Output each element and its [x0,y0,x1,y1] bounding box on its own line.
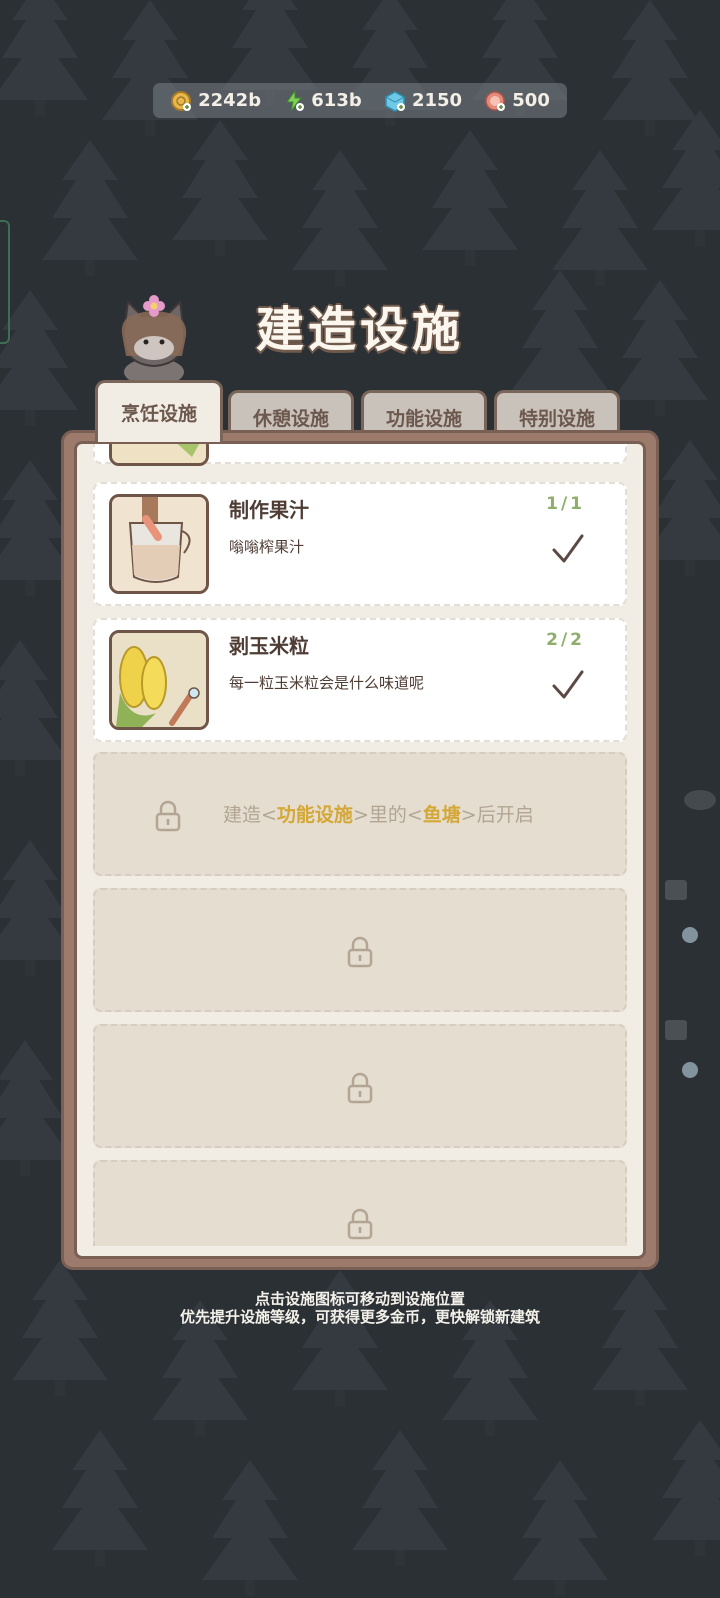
currency-gold[interactable]: 2242b [170,90,261,112]
tab-cooking[interactable]: 烹饪设施 [95,380,223,442]
lightning-icon [286,89,305,111]
currency-energy[interactable]: 613b [283,89,362,112]
cookie-value: 500 [512,90,550,111]
facility-thumbnail[interactable] [109,444,209,466]
gold-value: 2242b [198,90,262,111]
unlock-requirement: 建造<功能设施>里的<鱼塘>后开启 [223,800,534,827]
unlock-category: 功能设施 [276,804,353,826]
lock-icon [347,1208,373,1240]
tab-label: 烹饪设施 [120,403,197,425]
ice-value: 2150 [411,90,463,111]
facility-name: 剥玉米粒 [229,634,309,658]
tab-label: 特别设施 [518,408,595,430]
lock-icon [347,936,373,968]
unlock-middle: >里的< [352,804,423,826]
cookie-icon [485,90,506,111]
facility-desc: 每一粒玉米粒会是什么味道呢 [229,674,425,692]
energy-value: 613b [311,90,362,111]
facility-count: 1/1 [546,494,585,514]
check-icon [552,534,584,563]
list-item[interactable]: 剥玉米粒 每一粒玉米粒会是什么味道呢 2/2 [93,618,627,742]
unlock-building: 鱼塘 [422,804,461,826]
tab-label: 功能设施 [385,408,462,430]
currency-cookie[interactable]: 500 [484,90,550,112]
facility-thumbnail[interactable] [109,494,209,594]
unlock-suffix: >后开启 [460,804,534,826]
hint-text: 点击设施图标可移动到设施位置 优先提升设施等级，可获得更多金币，更快解锁新建筑 [0,1290,720,1326]
facility-list[interactable]: 制作果汁 嗡嗡榨果汁 1/1 剥玉米粒 每一粒玉米粒会是什么味道呢 2/2 建造… [93,444,627,1246]
check-icon [552,670,584,699]
juice-cup-icon [112,497,206,591]
hint-line: 优先提升设施等级，可获得更多金币，更快解锁新建筑 [179,1308,540,1326]
corn-icon [112,633,206,727]
lock-icon [155,800,181,832]
tab-label: 休憩设施 [252,408,329,430]
facility-thumbnail[interactable] [109,630,209,730]
locked-slot[interactable] [93,1160,627,1246]
locked-slot[interactable]: 建造<功能设施>里的<鱼塘>后开启 [93,752,627,876]
list-item[interactable]: 制作果汁 嗡嗡榨果汁 1/1 [93,482,627,606]
cat-character-icon [121,295,187,384]
lock-icon [347,1072,373,1104]
page-title: 建造设施 [255,302,464,358]
gold-coin-icon [171,90,192,111]
locked-slot[interactable] [93,1024,627,1148]
camp-scene [665,790,716,1078]
food-icon [112,444,206,463]
facility-panel: 制作果汁 嗡嗡榨果汁 1/1 剥玉米粒 每一粒玉米粒会是什么味道呢 2/2 建造… [74,441,646,1259]
hint-line: 点击设施图标可移动到设施位置 [254,1290,465,1308]
list-item[interactable] [93,444,627,466]
facility-desc: 嗡嗡榨果汁 [229,538,305,556]
currency-bar: 2242b 613b 2150 500 [153,83,567,118]
currency-ice[interactable]: 2150 [384,90,462,112]
facility-count: 2/2 [546,630,585,650]
locked-slot[interactable] [93,888,627,1012]
ice-cube-icon [385,90,405,112]
facility-name: 制作果汁 [229,498,309,522]
unlock-prefix: 建造< [223,804,277,826]
